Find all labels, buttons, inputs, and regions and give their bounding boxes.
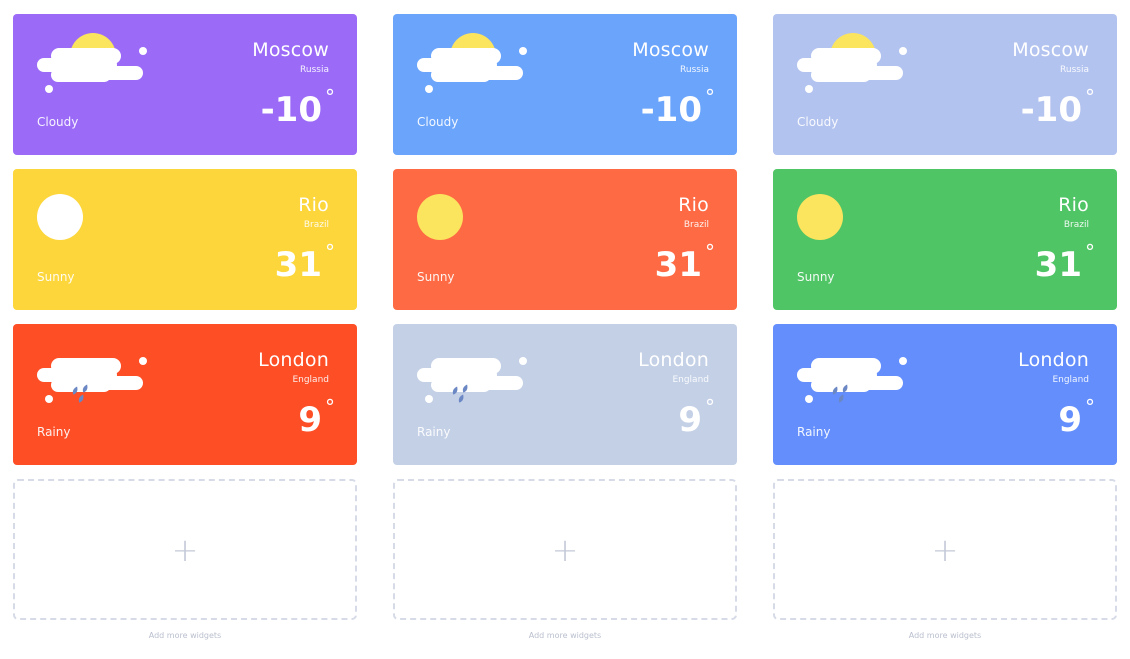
country-name: Brazil (683, 220, 709, 230)
add-widget-button[interactable]: + (393, 479, 737, 620)
plus-icon: + (171, 530, 199, 569)
cloudy-sun-icon (413, 26, 533, 98)
temperature-value: 31 (274, 245, 322, 285)
temperature: -10 ° (260, 87, 335, 130)
country-name: England (1052, 375, 1089, 385)
temperature-value: 31 (654, 245, 702, 285)
city-name: Moscow (632, 39, 709, 61)
country-name: Brazil (1063, 220, 1089, 230)
rain-cloud-icon (33, 336, 153, 408)
degree-symbol: ° (325, 395, 335, 419)
country-name: Russia (1060, 65, 1089, 75)
weather-card-london[interactable]: London England Rainy 9 ° (13, 324, 357, 465)
weather-condition: Sunny (417, 270, 455, 284)
rain-cloud-icon (793, 336, 913, 408)
city-name: London (258, 349, 329, 371)
weather-card-london[interactable]: London England Rainy 9 ° (773, 324, 1117, 465)
temperature-value: 9 (1058, 400, 1082, 440)
temperature: 31 ° (654, 242, 715, 285)
degree-symbol: ° (1085, 85, 1095, 109)
widget-column: Moscow Russia Cloudy -10 ° Rio Brazil Sun… (773, 14, 1117, 640)
degree-symbol: ° (705, 85, 715, 109)
weather-card-moscow[interactable]: Moscow Russia Cloudy -10 ° (773, 14, 1117, 155)
weather-condition: Cloudy (417, 115, 459, 129)
temperature: 31 ° (274, 242, 335, 285)
rain-cloud-icon (413, 336, 533, 408)
country-name: Russia (300, 65, 329, 75)
temperature-value: -10 (640, 90, 702, 130)
cloudy-sun-icon (33, 26, 153, 98)
widget-column: Moscow Russia Cloudy -10 ° Rio Brazil Sun… (393, 14, 737, 640)
temperature: -10 ° (640, 87, 715, 130)
temperature: 9 ° (298, 397, 335, 440)
add-widget-button[interactable]: + (773, 479, 1117, 620)
city-name: Rio (298, 194, 329, 216)
add-widget-caption: Add more widgets (908, 631, 982, 640)
temperature-value: -10 (260, 90, 322, 130)
city-name: Rio (1058, 194, 1089, 216)
weather-condition: Sunny (797, 270, 835, 284)
country-name: Brazil (303, 220, 329, 230)
temperature-value: 9 (298, 400, 322, 440)
city-name: London (638, 349, 709, 371)
plus-icon: + (551, 530, 579, 569)
temperature: 9 ° (678, 397, 715, 440)
degree-symbol: ° (1085, 395, 1095, 419)
city-name: London (1018, 349, 1089, 371)
weather-card-rio[interactable]: Rio Brazil Sunny 31 ° (13, 169, 357, 310)
add-widget-button[interactable]: + (13, 479, 357, 620)
sun-icon (33, 181, 153, 253)
degree-symbol: ° (1085, 240, 1095, 264)
country-name: England (672, 375, 709, 385)
weather-condition: Rainy (37, 425, 71, 439)
country-name: England (292, 375, 329, 385)
sun-icon (413, 181, 533, 253)
widget-column: Moscow Russia Cloudy -10 ° Rio Brazil Sun… (13, 14, 357, 640)
weather-card-moscow[interactable]: Moscow Russia Cloudy -10 ° (393, 14, 737, 155)
temperature: 9 ° (1058, 397, 1095, 440)
weather-card-london[interactable]: London England Rainy 9 ° (393, 324, 737, 465)
weather-card-moscow[interactable]: Moscow Russia Cloudy -10 ° (13, 14, 357, 155)
temperature: -10 ° (1020, 87, 1095, 130)
country-name: Russia (680, 65, 709, 75)
add-widget-caption: Add more widgets (528, 631, 602, 640)
weather-card-rio[interactable]: Rio Brazil Sunny 31 ° (393, 169, 737, 310)
degree-symbol: ° (325, 85, 335, 109)
weather-card-rio[interactable]: Rio Brazil Sunny 31 ° (773, 169, 1117, 310)
city-name: Moscow (1012, 39, 1089, 61)
temperature-value: 31 (1034, 245, 1082, 285)
city-name: Rio (678, 194, 709, 216)
city-name: Moscow (252, 39, 329, 61)
weather-condition: Rainy (417, 425, 451, 439)
weather-condition: Cloudy (37, 115, 79, 129)
weather-condition: Sunny (37, 270, 75, 284)
sun-icon (793, 181, 913, 253)
plus-icon: + (931, 530, 959, 569)
add-widget-caption: Add more widgets (148, 631, 222, 640)
degree-symbol: ° (705, 395, 715, 419)
degree-symbol: ° (325, 240, 335, 264)
temperature: 31 ° (1034, 242, 1095, 285)
weather-condition: Cloudy (797, 115, 839, 129)
temperature-value: 9 (678, 400, 702, 440)
cloudy-sun-icon (793, 26, 913, 98)
temperature-value: -10 (1020, 90, 1082, 130)
degree-symbol: ° (705, 240, 715, 264)
weather-condition: Rainy (797, 425, 831, 439)
